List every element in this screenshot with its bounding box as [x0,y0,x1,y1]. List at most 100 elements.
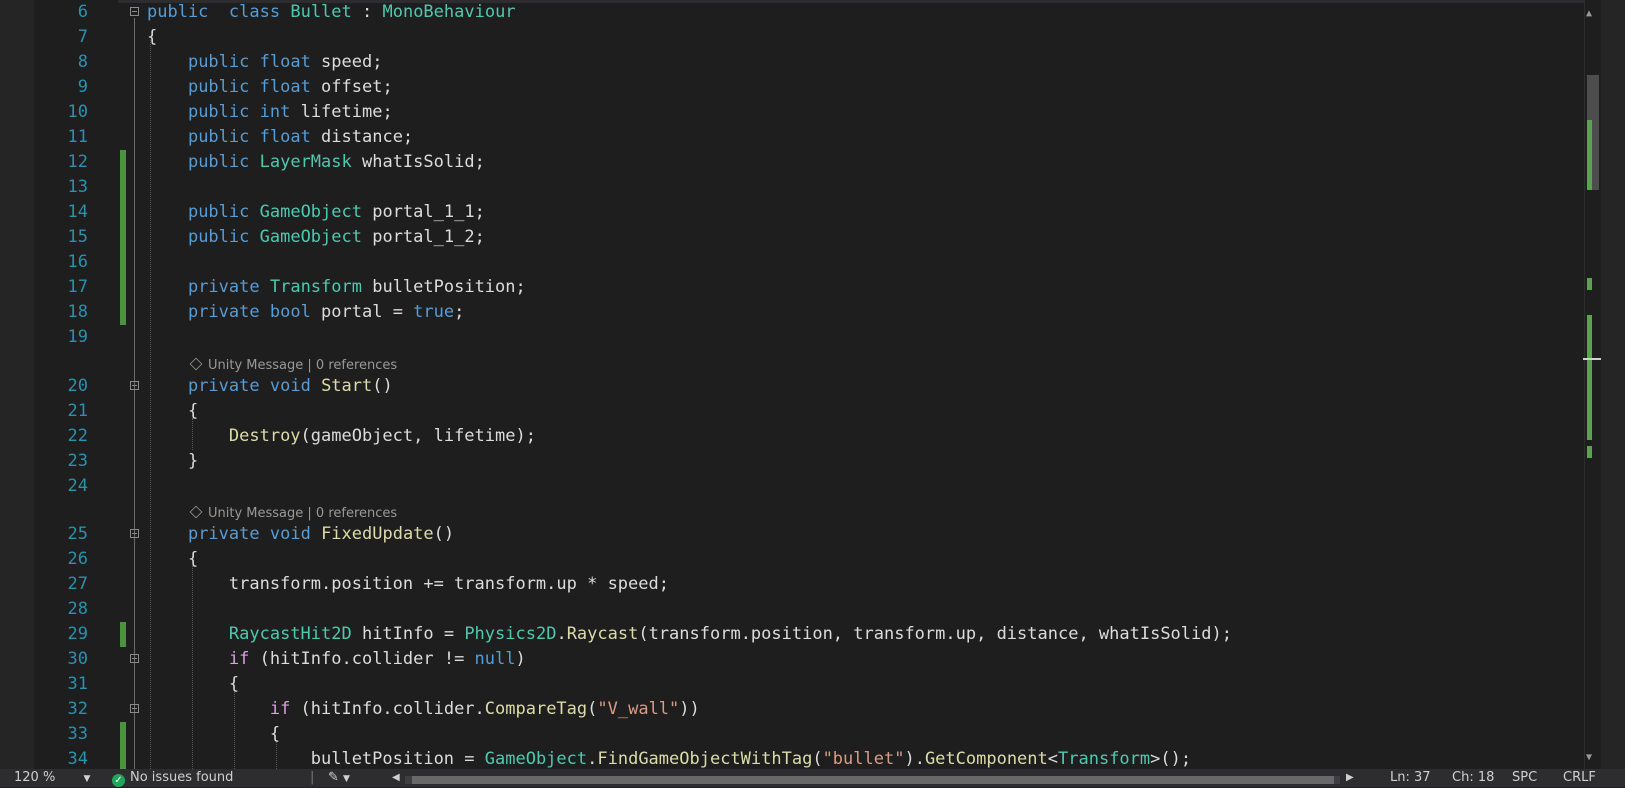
code-line[interactable]: 14 public GameObject portal_1_1; [0,200,1584,225]
scrollbar-change-marker [1587,120,1592,190]
code-text: { [147,25,157,50]
scroll-down-icon[interactable]: ▼ [1586,752,1592,763]
line-position[interactable]: Ln: 37 [1390,769,1431,787]
code-token: MonoBehaviour [382,2,516,22]
code-token: lifetime; [290,102,393,122]
code-token: ( [812,749,823,769]
code-line[interactable]: 26 { [0,547,1584,572]
collapse-icon[interactable] [130,529,139,538]
change-marker [120,225,126,250]
zoom-level-label: 120 % [14,770,56,785]
code-text: { [147,547,198,572]
issues-indicator[interactable]: ✓ No issues found [112,769,233,787]
code-token: Start [321,376,373,396]
code-line[interactable]: 30 if (hitInfo.collider != null) [0,647,1584,672]
code-token: Physics2D [464,624,557,644]
line-number: 20 [67,376,88,396]
code-line[interactable]: 8 public float speed; [0,50,1584,75]
line-number: 22 [67,426,88,446]
code-text: if (hitInfo.collider != null) [147,647,526,672]
code-token: LayerMask [259,152,352,172]
line-ending[interactable]: CRLF [1563,769,1596,787]
collapse-icon[interactable] [130,381,139,390]
scroll-left-icon[interactable]: ◀ [392,769,400,787]
code-line[interactable]: 19 [0,325,1584,350]
code-token: "bullet" [822,749,905,769]
collapse-icon[interactable] [130,7,139,16]
code-token: () [372,376,393,396]
change-marker [120,722,126,747]
code-text: RaycastHit2D hitInfo = Physics2D.Raycast… [147,622,1232,647]
code-token: { [147,724,281,744]
code-token: speed; [310,52,383,72]
code-line[interactable]: 27 transform.position += transform.up * … [0,572,1584,597]
scrollbar-change-marker [1587,278,1592,290]
code-token: Transform [1058,749,1151,769]
code-line[interactable]: 12 public LayerMask whatIsSolid; [0,150,1584,175]
line-number: 21 [67,401,88,421]
code-line[interactable]: 17 private Transform bulletPosition; [0,275,1584,300]
code-token: GameObject [259,202,362,222]
whitespace-mode[interactable]: SPC [1512,769,1537,787]
code-line[interactable]: 25 private void FixedUpdate() [0,522,1584,547]
code-text: transform.position += transform.up * spe… [147,572,669,597]
code-token: public [187,227,250,247]
collapse-icon[interactable] [130,704,139,713]
code-line[interactable]: 9 public float offset; [0,75,1584,100]
code-line[interactable]: 23 } [0,449,1584,474]
code-editor[interactable]: 6 public class Bullet : MonoBehaviour 7{8 … [0,0,1584,769]
code-line[interactable]: 15 public GameObject portal_1_2; [0,225,1584,250]
code-line[interactable]: 22 Destroy(gameObject, lifetime); [0,424,1584,449]
code-line[interactable]: 34 bulletPosition = GameObject.FindGameO… [0,747,1584,769]
unity-cube-icon [189,505,203,519]
chevron-down-icon: ▼ [83,774,91,784]
code-line[interactable]: 6 public class Bullet : MonoBehaviour [0,0,1584,25]
brush-icon[interactable]: ✎ ▼ [328,769,350,788]
horizontal-scroll-thumb[interactable] [412,776,1334,784]
column-position[interactable]: Ch: 18 [1452,769,1494,787]
zoom-level[interactable]: 120 % ▼ [14,769,90,788]
code-line[interactable]: 21 { [0,399,1584,424]
code-text: public float distance; [147,125,413,150]
line-number: 23 [67,451,88,471]
line-number: 33 [67,724,88,744]
collapse-icon[interactable] [130,654,139,663]
code-line[interactable]: 24 [0,474,1584,499]
code-line[interactable]: 7{ [0,25,1584,50]
code-token: )) [679,699,700,719]
line-number: 11 [67,127,88,147]
code-line[interactable]: 16 [0,250,1584,275]
code-line[interactable]: 20 private void Start() [0,374,1584,399]
code-line[interactable]: 13 [0,175,1584,200]
code-token: bulletPosition = [147,749,485,769]
code-token: ; [454,302,465,322]
code-token: void [269,524,311,544]
code-text: if (hitInfo.collider.CompareTag("V_wall"… [147,697,700,722]
code-line[interactable]: 33 { [0,722,1584,747]
code-line[interactable]: 18 private bool portal = true; [0,300,1584,325]
codelens-hint[interactable]: Unity Message | 0 references [189,355,397,377]
code-text: public GameObject portal_1_2; [147,225,485,250]
code-token: public [187,52,250,72]
code-line[interactable]: 29 RaycastHit2D hitInfo = Physics2D.Rayc… [0,622,1584,647]
code-line[interactable]: 28 [0,597,1584,622]
code-line[interactable]: 10 public int lifetime; [0,100,1584,125]
line-number: 28 [67,599,88,619]
scroll-right-icon[interactable]: ▶ [1346,769,1354,787]
codelens-hint[interactable]: Unity Message | 0 references [189,503,397,525]
line-number: 30 [67,649,88,669]
code-line[interactable]: 11 public float distance; [0,125,1584,150]
code-line[interactable]: 31 { [0,672,1584,697]
code-line[interactable]: 32 if (hitInfo.collider.CompareTag("V_wa… [0,697,1584,722]
scroll-up-icon[interactable]: ▲ [1586,8,1592,19]
line-number: 7 [77,27,88,47]
